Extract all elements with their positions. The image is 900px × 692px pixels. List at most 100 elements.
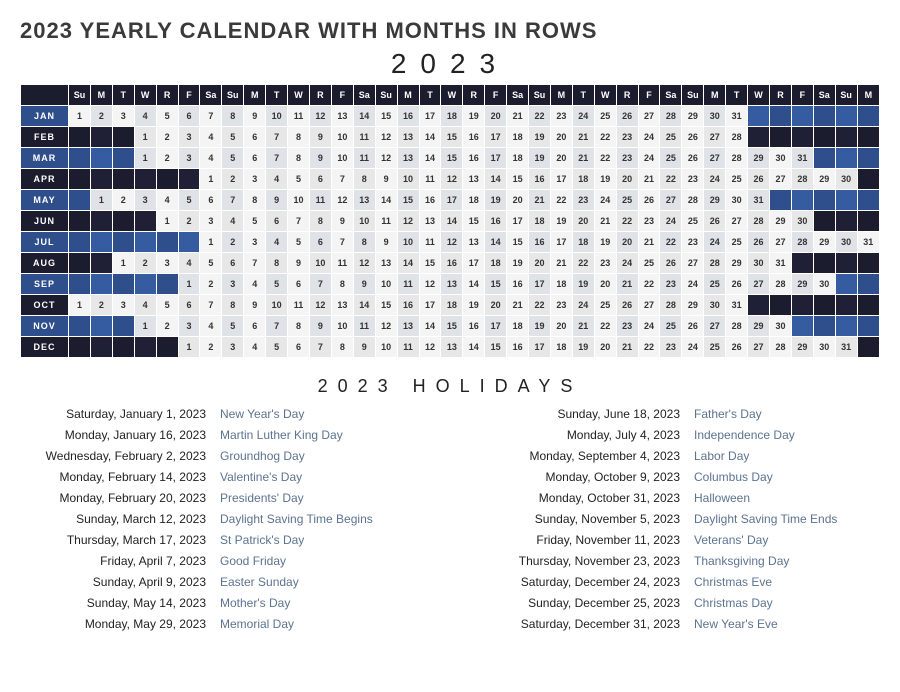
day-cell: 12: [441, 232, 463, 253]
day-cell: 20: [550, 148, 572, 169]
holiday-name: Columbus Day: [694, 470, 894, 484]
day-cell: 3: [244, 232, 266, 253]
day-cell: 5: [222, 148, 244, 169]
day-cell: 15: [441, 316, 463, 337]
day-cell: 30: [770, 316, 792, 337]
dow-header: R: [770, 85, 792, 106]
holiday-date: Monday, February 20, 2023: [6, 491, 206, 505]
holiday-name: Independence Day: [694, 428, 894, 442]
day-cell: 27: [726, 211, 748, 232]
day-cell: 25: [726, 169, 748, 190]
day-cell: 20: [485, 106, 507, 127]
day-cell: 29: [748, 148, 770, 169]
day-cell: 27: [704, 127, 726, 148]
day-cell: 17: [441, 190, 463, 211]
day-cell: 3: [178, 316, 200, 337]
day-cell: 21: [638, 169, 660, 190]
month-row-mar: MAR1234567891011121314151617181920212223…: [21, 148, 880, 169]
day-cell: 10: [266, 106, 288, 127]
day-cell: 18: [441, 106, 463, 127]
day-cell: 18: [507, 127, 529, 148]
day-cell: 12: [309, 106, 331, 127]
empty-cell: [156, 274, 178, 295]
day-cell: 3: [200, 211, 222, 232]
day-cell: 9: [309, 316, 331, 337]
empty-cell: [69, 127, 91, 148]
day-cell: 11: [397, 337, 419, 358]
day-cell: 3: [134, 190, 156, 211]
day-cell: 29: [726, 253, 748, 274]
day-cell: 7: [309, 274, 331, 295]
day-cell: 3: [112, 295, 134, 316]
month-row-jun: JUN1234567891011121314151617181920212223…: [21, 211, 880, 232]
holiday-name: Easter Sunday: [220, 575, 420, 589]
month-row-dec: DEC1234567891011121314151617181920212223…: [21, 337, 880, 358]
dow-header: R: [156, 85, 178, 106]
dow-header: M: [244, 85, 266, 106]
empty-cell: [770, 106, 792, 127]
day-cell: 28: [726, 148, 748, 169]
day-cell: 25: [660, 127, 682, 148]
day-cell: 9: [309, 148, 331, 169]
day-cell: 19: [529, 148, 551, 169]
holiday-name: Good Friday: [220, 554, 420, 568]
day-cell: 1: [134, 148, 156, 169]
day-cell: 22: [572, 253, 594, 274]
empty-cell: [835, 106, 857, 127]
holiday-name: Christmas Day: [694, 596, 894, 610]
day-cell: 18: [572, 232, 594, 253]
day-cell: 15: [507, 169, 529, 190]
day-cell: 23: [616, 127, 638, 148]
holiday-name: Daylight Saving Time Begins: [220, 512, 420, 526]
day-cell: 25: [704, 337, 726, 358]
day-cell: 22: [660, 169, 682, 190]
empty-cell: [156, 337, 178, 358]
day-cell: 22: [638, 337, 660, 358]
empty-cell: [112, 127, 134, 148]
day-cell: 10: [375, 274, 397, 295]
day-cell: 9: [331, 211, 353, 232]
empty-cell: [90, 148, 112, 169]
day-cell: 21: [572, 127, 594, 148]
day-cell: 11: [353, 148, 375, 169]
day-cell: 29: [682, 295, 704, 316]
day-cell: 13: [441, 337, 463, 358]
day-cell: 11: [397, 274, 419, 295]
empty-cell: [90, 232, 112, 253]
holiday-date: Thursday, November 23, 2023: [480, 554, 680, 568]
day-cell: 14: [375, 190, 397, 211]
day-cell: 31: [726, 106, 748, 127]
holiday-name: Presidents' Day: [220, 491, 420, 505]
empty-cell: [813, 106, 835, 127]
day-cell: 4: [200, 127, 222, 148]
empty-cell: [112, 169, 134, 190]
empty-cell: [813, 190, 835, 211]
day-cell: 13: [397, 148, 419, 169]
dow-header: R: [309, 85, 331, 106]
empty-cell: [112, 211, 134, 232]
day-cell: 13: [375, 253, 397, 274]
holiday-date: Monday, September 4, 2023: [480, 449, 680, 463]
holiday-name: Memorial Day: [220, 617, 420, 631]
day-cell: 13: [397, 316, 419, 337]
day-cell: 22: [550, 190, 572, 211]
day-cell: 14: [419, 316, 441, 337]
month-row-jan: JAN1234567891011121314151617181920212223…: [21, 106, 880, 127]
day-cell: 25: [638, 253, 660, 274]
day-cell: 14: [353, 295, 375, 316]
day-cell: 7: [331, 232, 353, 253]
day-cell: 15: [419, 253, 441, 274]
empty-cell: [813, 295, 835, 316]
day-cell: 18: [572, 169, 594, 190]
dow-header: T: [266, 85, 288, 106]
day-cell: 28: [748, 211, 770, 232]
day-cell: 27: [638, 106, 660, 127]
day-cell: 19: [594, 169, 616, 190]
day-cell: 23: [594, 253, 616, 274]
day-cell: 29: [682, 106, 704, 127]
day-cell: 9: [288, 253, 310, 274]
dow-header: T: [726, 85, 748, 106]
day-cell: 7: [288, 211, 310, 232]
empty-cell: [69, 337, 91, 358]
day-cell: 24: [638, 148, 660, 169]
